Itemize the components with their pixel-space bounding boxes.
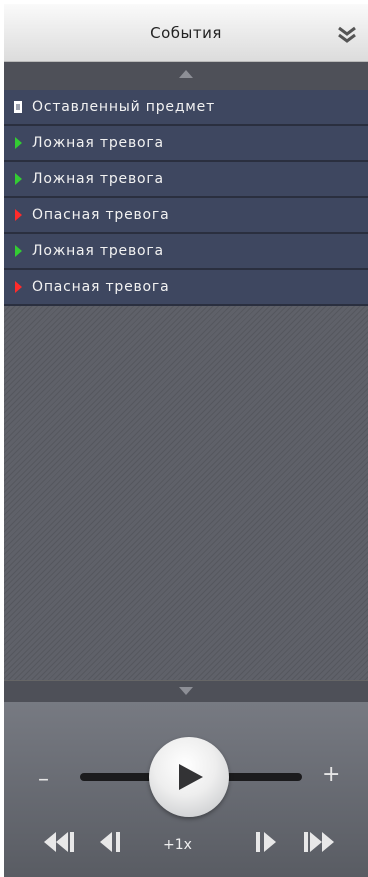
event-item-dangerous-alarm[interactable]: Опасная тревога <box>4 270 368 306</box>
event-label: Опасная тревога <box>32 207 170 223</box>
panel-header: События <box>4 4 368 62</box>
events-panel: События Оставленный предмет Ложная трево… <box>4 4 368 877</box>
triangle-right-icon <box>14 173 23 185</box>
arrow-up-icon <box>179 70 193 78</box>
fast-rewind-icon <box>44 832 74 852</box>
play-button[interactable] <box>149 737 229 817</box>
event-item-abandoned-object[interactable]: Оставленный предмет <box>4 90 368 126</box>
scroll-up-button[interactable] <box>4 62 368 91</box>
event-label: Опасная тревога <box>32 279 170 295</box>
fast-rewind-button[interactable] <box>42 830 76 858</box>
event-label: Оставленный предмет <box>32 99 216 115</box>
event-item-dangerous-alarm[interactable]: Опасная тревога <box>4 198 368 234</box>
step-back-icon <box>100 832 120 852</box>
triangle-right-icon <box>14 281 23 293</box>
event-item-false-alarm[interactable]: Ложная тревога <box>4 162 368 198</box>
event-label: Ложная тревога <box>32 135 164 151</box>
panel-title: События <box>150 24 222 42</box>
event-item-false-alarm[interactable]: Ложная тревога <box>4 234 368 270</box>
playback-speed[interactable]: +1x <box>163 837 192 853</box>
document-icon <box>14 101 23 113</box>
step-forward-icon <box>256 832 276 852</box>
double-chevron-down-icon[interactable] <box>336 26 358 44</box>
step-forward-button[interactable] <box>254 830 278 858</box>
event-label: Ложная тревога <box>32 243 164 259</box>
events-list-area: Оставленный предмет Ложная тревога Ложна… <box>4 90 368 680</box>
event-label: Ложная тревога <box>32 171 164 187</box>
event-list: Оставленный предмет Ложная тревога Ложна… <box>4 90 368 306</box>
arrow-down-icon <box>179 687 193 695</box>
scroll-down-button[interactable] <box>4 680 368 703</box>
triangle-right-icon <box>14 137 23 149</box>
fast-forward-button[interactable] <box>302 830 336 858</box>
play-icon <box>179 764 203 790</box>
step-back-button[interactable] <box>98 830 122 858</box>
zoom-out-button[interactable]: – <box>38 767 49 792</box>
zoom-in-button[interactable]: + <box>322 762 340 787</box>
triangle-right-icon <box>14 245 23 257</box>
fast-forward-icon <box>304 832 334 852</box>
playback-controls: – + +1x <box>4 702 368 877</box>
event-item-false-alarm[interactable]: Ложная тревога <box>4 126 368 162</box>
triangle-right-icon <box>14 209 23 221</box>
